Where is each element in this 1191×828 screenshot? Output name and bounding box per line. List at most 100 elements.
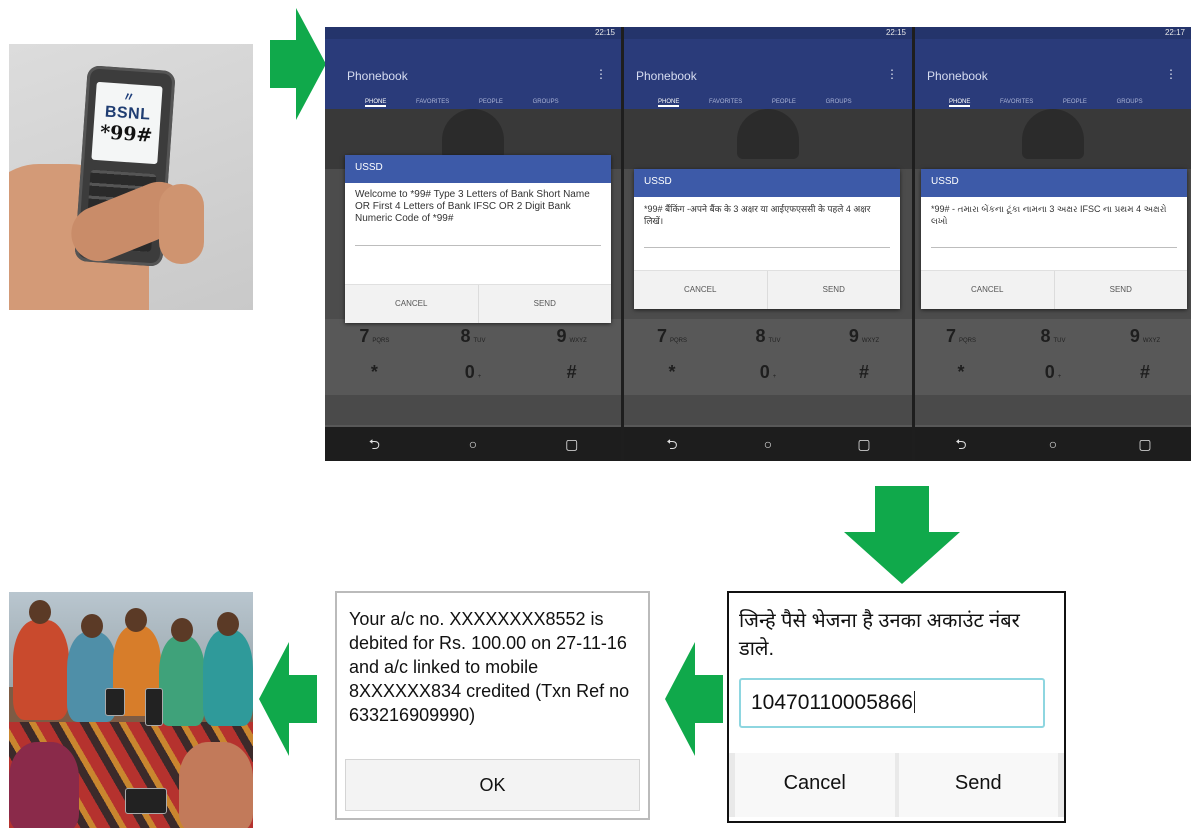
- ussd-dialog-title: USSD: [345, 155, 611, 183]
- account-number-value: 10470110005866: [751, 691, 913, 714]
- key-hash[interactable]: #: [1099, 355, 1191, 389]
- account-number-input[interactable]: 10470110005866: [739, 678, 1045, 728]
- key-8[interactable]: 8 TUV: [1007, 319, 1099, 353]
- ussd-message: *99# - તમારા બેંકના ટૂંકા નામના 3 અક્ષર …: [931, 204, 1167, 226]
- ok-button[interactable]: OK: [345, 759, 640, 811]
- phone-screen: 〃 BSNL *99#: [91, 81, 163, 165]
- ussd-input[interactable]: [644, 233, 890, 248]
- home-icon[interactable]: ○: [424, 427, 523, 461]
- key-hash[interactable]: #: [816, 355, 912, 389]
- more-icon[interactable]: ⋮: [886, 67, 898, 81]
- tab-phone[interactable]: PHONE: [949, 99, 971, 107]
- tab-bar: PHONE FAVORITES PEOPLE GROUPS: [658, 99, 912, 107]
- tab-people[interactable]: PEOPLE: [1063, 99, 1087, 105]
- recents-icon[interactable]: ▢: [1099, 427, 1191, 461]
- cancel-button[interactable]: CANCEL: [345, 285, 478, 323]
- key-star[interactable]: *: [325, 355, 424, 389]
- key-star[interactable]: *: [624, 355, 720, 389]
- tab-phone[interactable]: PHONE: [365, 99, 387, 107]
- back-icon[interactable]: ⮌: [624, 427, 720, 461]
- key-0[interactable]: 0 +: [720, 355, 816, 389]
- key-9[interactable]: 9 WXYZ: [816, 319, 912, 353]
- send-button[interactable]: Send: [898, 753, 1058, 817]
- mobile-phone-icon: [105, 688, 125, 716]
- phone-screens-strip: 22:15 Phonebook ⋮ PHONE FAVORITES PEOPLE…: [325, 27, 1191, 461]
- key-8[interactable]: 8 TUV: [424, 319, 523, 353]
- more-icon[interactable]: ⋮: [595, 67, 607, 81]
- key-star[interactable]: *: [915, 355, 1007, 389]
- arrow-down-icon: [844, 486, 960, 584]
- key-0[interactable]: 0 +: [424, 355, 523, 389]
- key-7[interactable]: 7 PQRS: [915, 319, 1007, 353]
- send-button[interactable]: SEND: [766, 271, 901, 309]
- tab-groups[interactable]: GROUPS: [533, 99, 559, 105]
- ussd-input[interactable]: [931, 233, 1177, 248]
- app-bar: Phonebook ⋮ PHONE FAVORITES PEOPLE GROUP…: [915, 39, 1191, 109]
- recents-icon[interactable]: ▢: [816, 427, 912, 461]
- back-icon[interactable]: ⮌: [325, 427, 424, 461]
- cancel-button[interactable]: CANCEL: [634, 271, 767, 309]
- person: [159, 636, 205, 726]
- tab-groups[interactable]: GROUPS: [1117, 99, 1143, 105]
- android-nav-bar: ⮌ ○ ▢: [624, 427, 912, 461]
- app-title: Phonebook: [636, 69, 697, 83]
- women-group-photo: [9, 592, 253, 828]
- ussd-dialog-title: USSD: [921, 169, 1187, 197]
- tab-favorites[interactable]: FAVORITES: [416, 99, 449, 105]
- status-time: 22:17: [1164, 28, 1185, 37]
- status-bar: 22:15: [624, 27, 912, 39]
- ussd-input[interactable]: [355, 231, 601, 246]
- finger: [159, 184, 204, 264]
- recents-icon[interactable]: ▢: [522, 427, 621, 461]
- tab-favorites[interactable]: FAVORITES: [1000, 99, 1033, 105]
- app-bar: Phonebook ⋮ PHONE FAVORITES PEOPLE GROUP…: [624, 39, 912, 109]
- account-number-dialog: जिन्हे पैसे भेजना है उनका अकाउंट नंबर डा…: [727, 591, 1066, 823]
- phone-screen-gujarati: 22:17 Phonebook ⋮ PHONE FAVORITES PEOPLE…: [915, 27, 1191, 461]
- arrow-left-icon: [259, 642, 317, 756]
- tab-bar: PHONE FAVORITES PEOPLE GROUPS: [949, 99, 1191, 107]
- person: [203, 630, 253, 726]
- bsnl-phone-photo: 〃 BSNL *99#: [9, 44, 253, 310]
- app-title: Phonebook: [347, 69, 408, 83]
- ussd-dialog-title: USSD: [634, 169, 900, 197]
- status-bar: 22:15: [325, 27, 621, 39]
- key-9[interactable]: 9 WXYZ: [1099, 319, 1191, 353]
- ussd-code: *99#: [99, 121, 154, 147]
- send-button[interactable]: SEND: [477, 285, 612, 323]
- tab-phone[interactable]: PHONE: [658, 99, 680, 107]
- ussd-dialog: USSD *99# बैंकिंग -अपने बैंक के 3 अक्षर …: [634, 169, 900, 309]
- app-title: Phonebook: [927, 69, 988, 83]
- tab-people[interactable]: PEOPLE: [772, 99, 796, 105]
- key-hash[interactable]: #: [522, 355, 621, 389]
- tab-people[interactable]: PEOPLE: [479, 99, 503, 105]
- key-8[interactable]: 8 TUV: [720, 319, 816, 353]
- android-nav-bar: ⮌ ○ ▢: [325, 427, 621, 461]
- phone-screen-hindi: 22:15 Phonebook ⋮ PHONE FAVORITES PEOPLE…: [624, 27, 912, 461]
- home-icon[interactable]: ○: [720, 427, 816, 461]
- android-nav-bar: ⮌ ○ ▢: [915, 427, 1191, 461]
- back-icon[interactable]: ⮌: [915, 427, 1007, 461]
- key-0[interactable]: 0 +: [1007, 355, 1099, 389]
- key-7[interactable]: 7 PQRS: [624, 319, 720, 353]
- tab-favorites[interactable]: FAVORITES: [709, 99, 742, 105]
- arrow-left-icon: [665, 642, 723, 756]
- cancel-button[interactable]: CANCEL: [921, 271, 1054, 309]
- keypad-bottom-bar: [624, 395, 912, 425]
- person: [179, 742, 253, 828]
- key-9[interactable]: 9 WXYZ: [522, 319, 621, 353]
- account-prompt: जिन्हे पैसे भेजना है उनका अकाउंट नंबर डा…: [739, 610, 1020, 660]
- status-time: 22:15: [594, 28, 615, 37]
- tab-groups[interactable]: GROUPS: [826, 99, 852, 105]
- home-icon[interactable]: ○: [1007, 427, 1099, 461]
- mobile-phone-icon: [125, 788, 167, 814]
- more-icon[interactable]: ⋮: [1165, 67, 1177, 81]
- ussd-message: *99# बैंकिंग -अपने बैंक के 3 अक्षर या आई…: [644, 204, 871, 226]
- arrow-right-icon: [270, 8, 326, 120]
- cancel-button[interactable]: Cancel: [735, 753, 895, 817]
- app-bar: Phonebook ⋮ PHONE FAVORITES PEOPLE GROUP…: [325, 39, 621, 109]
- person: [13, 620, 69, 720]
- person: [9, 742, 79, 828]
- send-button[interactable]: SEND: [1053, 271, 1188, 309]
- key-7[interactable]: 7 PQRS: [325, 319, 424, 353]
- ussd-message: Welcome to *99# Type 3 Letters of Bank S…: [355, 189, 590, 224]
